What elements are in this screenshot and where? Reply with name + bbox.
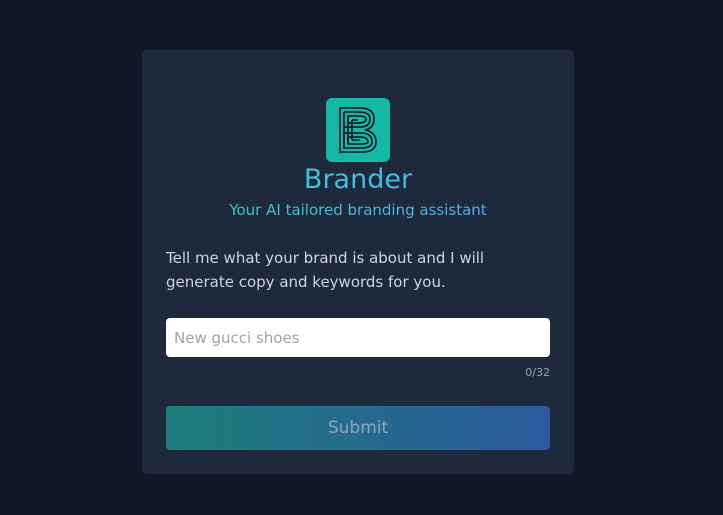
submit-button[interactable]: Submit xyxy=(166,406,550,450)
brand-description-input[interactable] xyxy=(166,318,550,357)
brander-logo-icon xyxy=(326,98,390,162)
character-counter: 0/32 xyxy=(525,366,550,379)
branding-card: Brander Your AI tailored branding assist… xyxy=(142,50,574,474)
app-name: Brander xyxy=(142,162,574,198)
instructions-text: Tell me what your brand is about and I w… xyxy=(166,249,485,291)
app-tagline: Your AI tailored branding assistant xyxy=(142,200,574,220)
